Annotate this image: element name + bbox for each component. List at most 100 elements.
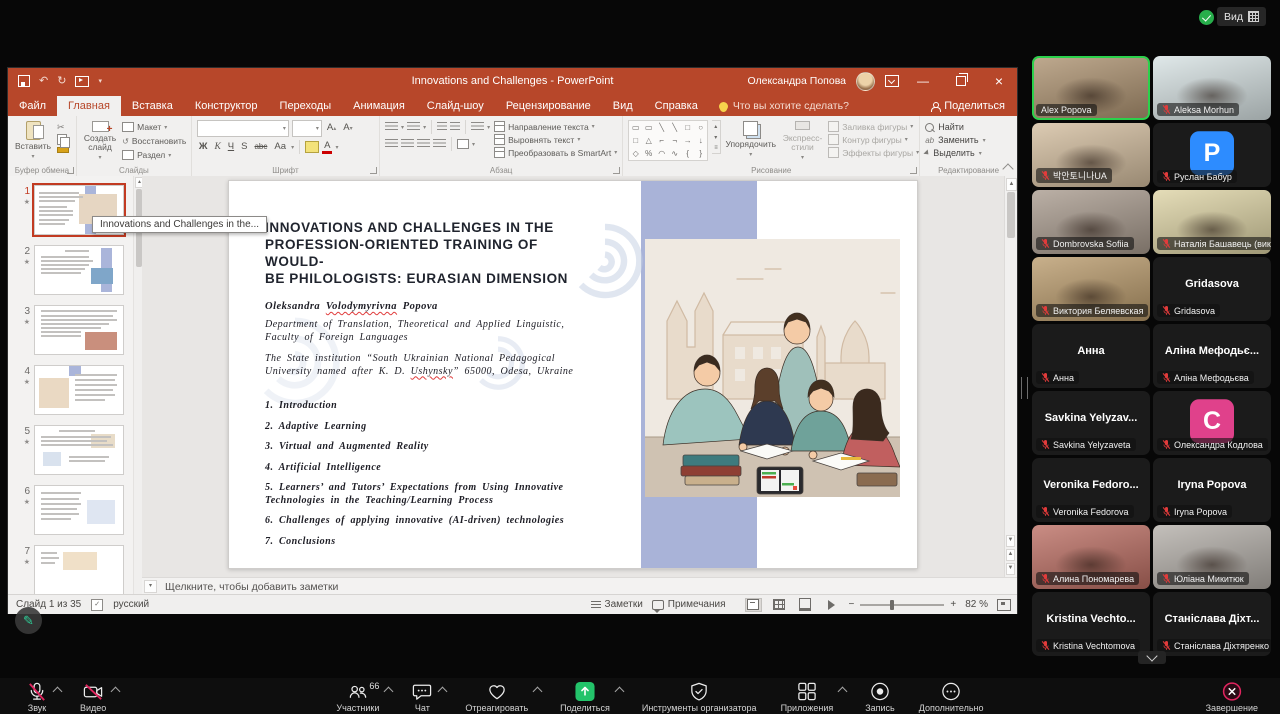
align-text-button[interactable]: Выровнять текст▾ [494, 134, 617, 145]
reset-button[interactable]: ↺Восстановить [122, 136, 186, 146]
slide-thumbnail-4[interactable]: 4★ [14, 365, 124, 415]
chat-button[interactable]: Чат [399, 678, 453, 714]
spellcheck-icon[interactable]: ✓ [91, 599, 103, 611]
slide-sorter-view-button[interactable] [771, 598, 788, 612]
zoom-out-button[interactable]: − [849, 599, 855, 610]
participant-tile-16[interactable]: Юліана Микитюк [1153, 525, 1271, 589]
react-button[interactable]: Отреагировать [453, 678, 548, 714]
chevron-up-icon[interactable] [438, 687, 448, 697]
participant-tile-12[interactable]: CОлександра Кодлова [1153, 391, 1271, 455]
video-button[interactable]: Видео [68, 678, 126, 714]
slide-canvas[interactable]: INNOVATIONS AND CHALLENGES IN THEPROFESS… [228, 180, 918, 569]
more-button[interactable]: Дополнительно [907, 678, 996, 714]
shape-outline-button[interactable]: Контур фигуры▾ [828, 134, 919, 145]
strikethrough-button[interactable]: abc [252, 140, 269, 154]
font-color-button[interactable]: А [322, 140, 332, 154]
quick-styles-button[interactable]: Экспресс-стили ▾ [781, 120, 825, 163]
section-button[interactable]: Раздел▾ [122, 150, 186, 160]
participant-tile-7[interactable]: Виктория Беляевская [1032, 257, 1150, 321]
paste-button[interactable]: Вставить ▾ [13, 120, 53, 163]
apps-button[interactable]: Приложения [769, 678, 854, 714]
convert-smartart-button[interactable]: Преобразовать в SmartArt▾ [494, 147, 617, 158]
annotation-pencil-button[interactable]: ✎ [15, 607, 42, 634]
share-button[interactable]: Поделиться [919, 96, 1017, 116]
italic-button[interactable]: К [212, 140, 222, 154]
editor-scrollbar[interactable]: ▲ ▼ ▲ ▼ [1004, 176, 1017, 577]
customize-qat-icon[interactable]: ▾ [98, 78, 102, 85]
tab-file[interactable]: Файл [8, 96, 57, 116]
ribbon-display-options-button[interactable] [885, 75, 899, 87]
participant-tile-6[interactable]: Наталія Башавець (вик... [1153, 190, 1271, 254]
comments-toggle-button[interactable]: Примечания [652, 599, 726, 610]
account-avatar[interactable] [856, 72, 875, 91]
view-button[interactable]: Вид [1217, 7, 1266, 26]
normal-view-button[interactable] [745, 598, 762, 612]
language-indicator[interactable]: русский [113, 599, 149, 610]
font-dialog-launcher[interactable] [370, 167, 377, 174]
numbering-icon[interactable] [407, 122, 420, 132]
panel-resize-handle[interactable] [1021, 377, 1028, 399]
increase-font-icon[interactable]: А▴ [325, 121, 338, 136]
close-button[interactable]: × [985, 68, 1013, 94]
chevron-up-icon[interactable] [614, 687, 624, 697]
thumbnail-preview[interactable] [34, 425, 124, 475]
slide-thumbnail-5[interactable]: 5★ [14, 425, 124, 475]
replace-button[interactable]: abЗаменить▾ [925, 135, 985, 145]
tell-me-box[interactable]: Что вы хотите сделать? [709, 96, 859, 116]
slide-thumbnail-2[interactable]: 2★ [14, 245, 124, 295]
select-button[interactable]: Выделить▾ [925, 148, 985, 158]
tab-help[interactable]: Справка [644, 96, 709, 116]
tab-review[interactable]: Рецензирование [495, 96, 602, 116]
arrange-button[interactable]: Упорядочить ▾ [725, 120, 777, 163]
align-left-icon[interactable] [385, 139, 398, 149]
zoom-percentage[interactable]: 82 % [965, 599, 988, 610]
participant-tile-10[interactable]: Аліна Мефодьє...Аліна Мефодьєва [1153, 324, 1271, 388]
participant-tile-18[interactable]: Станіслава Діхт...Станіслава Діхтяренко [1153, 592, 1271, 656]
decrease-indent-icon[interactable] [437, 122, 447, 132]
tab-design[interactable]: Конструктор [184, 96, 269, 116]
participant-tile-15[interactable]: Алина Пономарева [1032, 525, 1150, 589]
font-name-select[interactable]: ▾ [197, 120, 289, 137]
participant-tile-17[interactable]: Kristina Vechto...Kristina Vechtomova [1032, 592, 1150, 656]
font-size-select[interactable]: ▾ [292, 120, 322, 137]
participant-tile-14[interactable]: Iryna PopovaIryna Popova [1153, 458, 1271, 522]
text-shadow-button[interactable]: S [239, 140, 249, 154]
drawing-dialog-launcher[interactable] [910, 167, 917, 174]
reading-view-button[interactable] [797, 598, 814, 612]
line-spacing-icon[interactable] [471, 122, 484, 132]
share-button[interactable]: Поделиться [548, 678, 630, 714]
shape-fill-button[interactable]: Заливка фигуры▾ [828, 121, 919, 132]
participant-tile-5[interactable]: Dombrovska Sofiia [1032, 190, 1150, 254]
slideshow-view-button[interactable] [823, 598, 840, 612]
scroll-up-icon[interactable]: ▲ [1006, 178, 1017, 191]
zoom-slider[interactable] [860, 604, 944, 606]
fit-to-window-icon[interactable] [997, 599, 1011, 611]
previous-slide-icon[interactable]: ▲ [1006, 549, 1015, 561]
decrease-font-icon[interactable]: А▾ [341, 121, 354, 136]
chevron-up-icon[interactable] [53, 687, 63, 697]
tab-transitions[interactable]: Переходы [269, 96, 343, 116]
shape-effects-button[interactable]: Эффекты фигуры▾ [828, 147, 919, 158]
chevron-up-icon[interactable] [384, 687, 394, 697]
thumbnail-preview[interactable] [34, 305, 124, 355]
new-slide-button[interactable]: Создать слайд ▾ [82, 120, 118, 163]
undo-icon[interactable]: ↶ [39, 76, 48, 87]
collapse-notes-icon[interactable]: ▾ [144, 580, 157, 593]
host-tools-button[interactable]: Инструменты организатора [630, 678, 769, 714]
bullets-icon[interactable] [385, 122, 398, 132]
thumbnail-preview[interactable] [34, 485, 124, 535]
copy-icon[interactable] [57, 134, 67, 145]
participant-tile-8[interactable]: GridasovaGridasova [1153, 257, 1271, 321]
participant-tile-3[interactable]: 박안토니나UA [1032, 123, 1150, 187]
chevron-up-icon[interactable] [838, 687, 848, 697]
tab-insert[interactable]: Вставка [121, 96, 184, 116]
thumbnail-preview[interactable] [34, 545, 124, 594]
participant-tile-9[interactable]: АннаАнна [1032, 324, 1150, 388]
scroll-down-icon[interactable]: ▼ [1006, 535, 1015, 547]
shapes-scroll[interactable]: ▴▾≡ [712, 120, 721, 154]
tab-slideshow[interactable]: Слайд-шоу [416, 96, 495, 116]
columns-icon[interactable] [457, 139, 469, 149]
notes-toggle-button[interactable]: Заметки [591, 599, 643, 610]
highlight-color-button[interactable] [305, 141, 319, 153]
slide-thumbnail-7[interactable]: 7★ [14, 545, 124, 594]
